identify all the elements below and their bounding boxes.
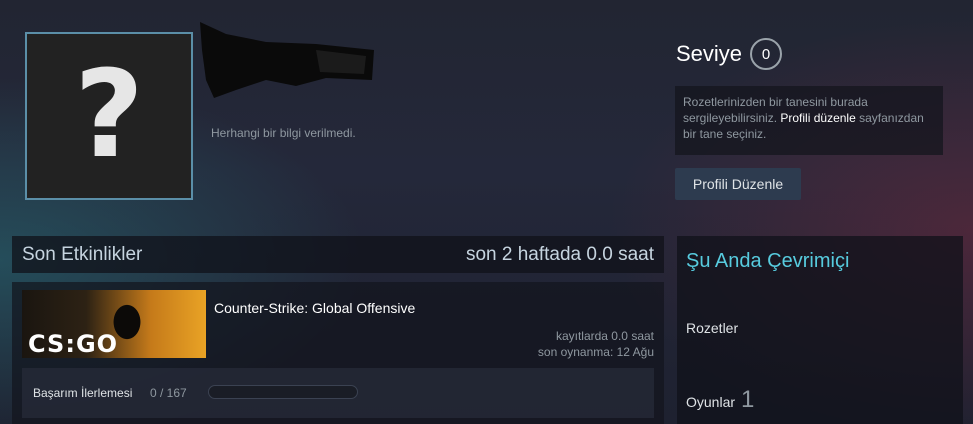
game-name-link[interactable]: Counter-Strike: Global Offensive bbox=[214, 300, 415, 316]
edit-profile-button[interactable]: Profili Düzenle bbox=[675, 168, 801, 200]
edit-profile-link[interactable]: Profili düzenle bbox=[780, 111, 855, 125]
hours-on-record: kayıtlarda 0.0 saat bbox=[555, 329, 654, 343]
games-link[interactable]: Oyunlar 1 bbox=[686, 386, 754, 414]
games-count: 1 bbox=[741, 386, 755, 413]
level-label: Seviye bbox=[676, 41, 743, 66]
avatar-placeholder-icon: ? bbox=[74, 46, 144, 185]
games-label: Oyunlar bbox=[686, 394, 736, 410]
profile-header: ? Herhangi bir bilgi verilmedi. Seviye 0… bbox=[0, 0, 973, 230]
online-status: Şu Anda Çevrimiçi bbox=[686, 250, 850, 272]
level-row: Seviye 0 bbox=[676, 38, 783, 70]
recent-game-item: CS:GO Counter-Strike: Global Offensive k… bbox=[12, 282, 664, 424]
profile-side-panel: Şu Anda Çevrimiçi Rozetler Oyunlar 1 bbox=[677, 236, 963, 424]
avatar[interactable]: ? bbox=[25, 32, 193, 200]
recent-activity-header: Son Etkinlikler son 2 haftada 0.0 saat bbox=[12, 236, 664, 273]
recent-activity-title: Son Etkinlikler bbox=[22, 243, 143, 265]
redacted-username bbox=[200, 22, 374, 98]
achievement-progress-bar bbox=[208, 385, 358, 399]
achievement-count: 0 / 167 bbox=[150, 386, 187, 400]
achievement-progress-box[interactable]: Başarım İlerlemesi 0 / 167 bbox=[22, 368, 654, 418]
game-logo-text: CS:GO bbox=[28, 330, 119, 358]
game-capsule-image[interactable]: CS:GO bbox=[22, 290, 206, 358]
achievement-progress-label: Başarım İlerlemesi bbox=[33, 386, 133, 400]
badge-showcase: Rozetlerinizden bir tanesini burada serg… bbox=[675, 86, 943, 155]
last-played: son oynanma: 12 Ağu bbox=[537, 345, 654, 359]
recent-activity-hours: son 2 haftada 0.0 saat bbox=[465, 243, 654, 265]
badges-link[interactable]: Rozetler bbox=[686, 320, 738, 336]
profile-summary: Herhangi bir bilgi verilmedi. bbox=[211, 126, 356, 140]
level-badge[interactable]: 0 bbox=[750, 38, 783, 70]
game-stats: kayıtlarda 0.0 saat son oynanma: 12 Ağu bbox=[538, 328, 654, 360]
